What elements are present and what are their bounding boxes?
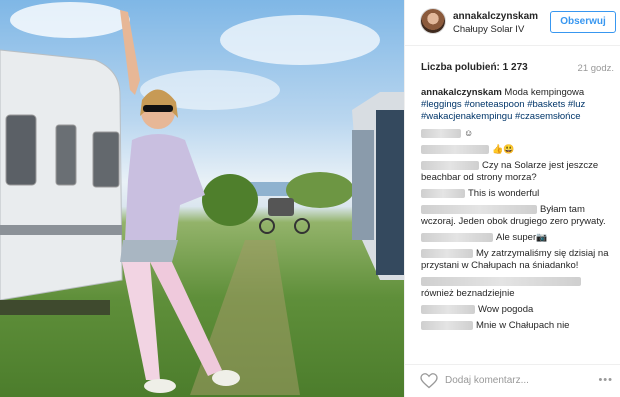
post-timestamp[interactable]: 21 godz.	[578, 63, 614, 74]
comment-text: Ale super	[496, 232, 537, 243]
location-link[interactable]: Chałupy Solar IV	[453, 24, 524, 35]
comment-text: również beznadziejnie	[421, 288, 515, 299]
hashtag-link[interactable]: #leggings	[421, 99, 462, 110]
blurred-username	[421, 304, 475, 314]
blurred-username	[421, 248, 473, 258]
comment: ☺	[421, 128, 617, 140]
comment-text: This is wonderful	[468, 188, 540, 199]
comment: This is wonderful	[421, 188, 617, 200]
blurred-username	[421, 320, 473, 330]
comment: również beznadziejnie	[421, 276, 617, 300]
comment: My zatrzymaliśmy się dzisiaj na przystan…	[421, 248, 617, 272]
hashtag-link[interactable]: #baskets	[527, 99, 565, 110]
comment: Byłam tam wczoraj. Jeden obok drugiego z…	[421, 204, 617, 228]
comment: Ale super📷	[421, 232, 617, 244]
camera-icon: 📷	[536, 232, 548, 243]
caption-text: Moda kempingowa	[501, 87, 585, 98]
blurred-username	[421, 188, 465, 198]
post-photo[interactable]	[0, 0, 404, 397]
caption-author[interactable]: annakalczynskam	[421, 87, 502, 98]
thumbs-up-icon: 👍😃	[492, 144, 515, 155]
blurred-username	[421, 144, 489, 154]
blurred-username	[421, 128, 461, 138]
comment-text: Wow pogoda	[478, 304, 534, 315]
more-options-icon[interactable]: •••	[598, 374, 613, 386]
follow-button[interactable]: Obserwuj	[550, 11, 616, 33]
hashtag-link[interactable]: #czasemsłońce	[515, 111, 580, 122]
likes-count[interactable]: Liczba polubień: 1 273	[421, 62, 528, 73]
blurred-username	[421, 204, 537, 214]
comment: Czy na Solarze jest jeszcze beachbar od …	[421, 160, 617, 184]
post-header: annakalczynskam Chałupy Solar IV Obserwu…	[405, 0, 620, 46]
post-footer: Dodaj komentarz... •••	[405, 364, 620, 397]
blurred-username	[421, 276, 581, 286]
smile-icon: ☺	[464, 128, 474, 139]
add-comment-input[interactable]: Dodaj komentarz...	[445, 375, 529, 386]
heart-icon[interactable]	[420, 373, 438, 389]
avatar[interactable]	[420, 8, 446, 34]
hashtag-link[interactable]: #luz	[568, 99, 585, 110]
comment: Wow pogoda	[421, 304, 617, 316]
tent-shape	[352, 92, 404, 280]
blurred-username	[421, 232, 493, 242]
comment: 👍😃	[421, 144, 617, 156]
post-side-panel: annakalczynskam Chałupy Solar IV Obserwu…	[404, 0, 620, 397]
post-caption: annakalczynskam Moda kempingowa #legging…	[421, 87, 617, 123]
blurred-username	[421, 160, 479, 170]
username-link[interactable]: annakalczynskam	[453, 11, 538, 22]
comment-text: Mnie w Chałupach nie	[476, 320, 570, 331]
comment: Mnie w Chałupach nie	[421, 320, 617, 332]
comments-list: annakalczynskam Moda kempingowa #legging…	[421, 87, 617, 336]
photo-illustration	[0, 2, 404, 395]
caravan-shape	[0, 49, 123, 315]
hashtag-link[interactable]: #oneteaspoon	[464, 99, 524, 110]
hashtag-link[interactable]: #wakacjenakempingu	[421, 111, 512, 122]
